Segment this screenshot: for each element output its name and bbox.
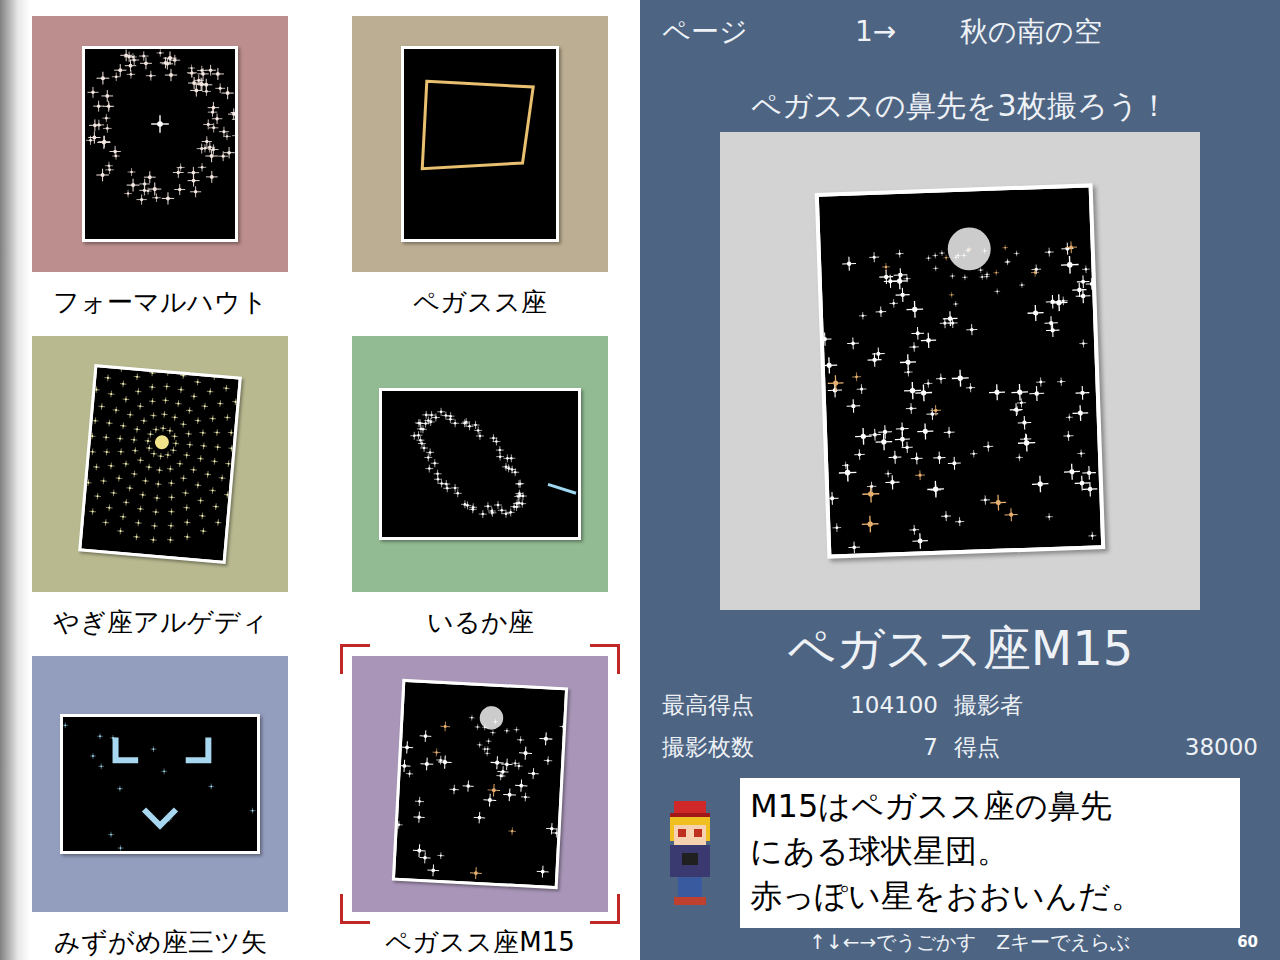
card-label: ペガスス座 [413,284,547,320]
detail-panel: ページ1→秋の南の空ペガススの鼻先を3枚撮ろう！ペガスス座M15最高得点1041… [640,0,1280,960]
stat-row: 撮影枚数7得点38000 [662,726,1258,768]
page-header: ページ1→秋の南の空 [640,12,1280,52]
description-line: にある球状星団。 [750,829,1230,874]
description-area: M15はペガスス座の鼻先にある球状星団。赤っぽい星をおおいんだ。 [640,778,1280,928]
description-line: M15はペガスス座の鼻先 [750,784,1230,829]
cursor-corner [340,894,370,924]
card-label: フォーマルハウト [53,284,268,320]
album-card[interactable]: フォーマルハウト [32,16,288,336]
star-field-icon [63,717,257,851]
photographer-icon [662,801,718,905]
description-box: M15はペガスス座の鼻先にある球状星団。赤っぽい星をおおいんだ。 [740,778,1240,928]
footer: ↑↓←→でうごかす Zキーでえらぶ60 [640,928,1280,956]
album-card[interactable]: みずがめ座三ツ矢 [32,656,288,960]
card-label: みずがめ座三ツ矢 [54,924,267,960]
album-panel: フォーマルハウト ペガスス座やぎ座アルゲディ いるか座みずがめ座三ツ矢 ペガスス座M1… [0,0,640,960]
star-field-icon [382,391,578,537]
stats: 最高得点104100撮影者撮影枚数7得点38000 [640,684,1280,768]
album-card[interactable]: ペガスス座 [352,16,608,336]
album-card[interactable]: ペガスス座M15 [352,656,608,960]
controls-hint: ↑↓←→でうごかす Zキーでえらぶ [662,928,1237,956]
card-label: やぎ座アルゲディ [53,604,268,640]
cursor-corner [340,644,370,674]
star-field-icon [404,49,556,239]
card-label: ペガスス座M15 [385,924,575,960]
cursor-corner [590,894,620,924]
star-field-icon [819,187,1101,554]
description-line: 赤っぽい星をおおいんだ。 [750,874,1230,919]
photo-frame [720,132,1200,610]
screen: フォーマルハウト ペガスス座やぎ座アルゲディ いるか座みずがめ座三ツ矢 ペガスス座M1… [0,0,1280,960]
star-field-icon [85,49,235,239]
card-label: いるか座 [427,604,534,640]
stat-row: 最高得点104100撮影者 [662,684,1258,726]
star-field-icon [81,367,238,561]
cursor-corner [590,644,620,674]
photo-title: ペガスス座M15 [787,618,1134,678]
fps-counter: 60 [1237,928,1258,956]
mission-text: ペガススの鼻先を3枚撮ろう！ [751,86,1168,126]
star-field-icon [395,682,565,886]
album-card[interactable]: やぎ座アルゲディ [32,336,288,656]
album-card[interactable]: いるか座 [352,336,608,656]
